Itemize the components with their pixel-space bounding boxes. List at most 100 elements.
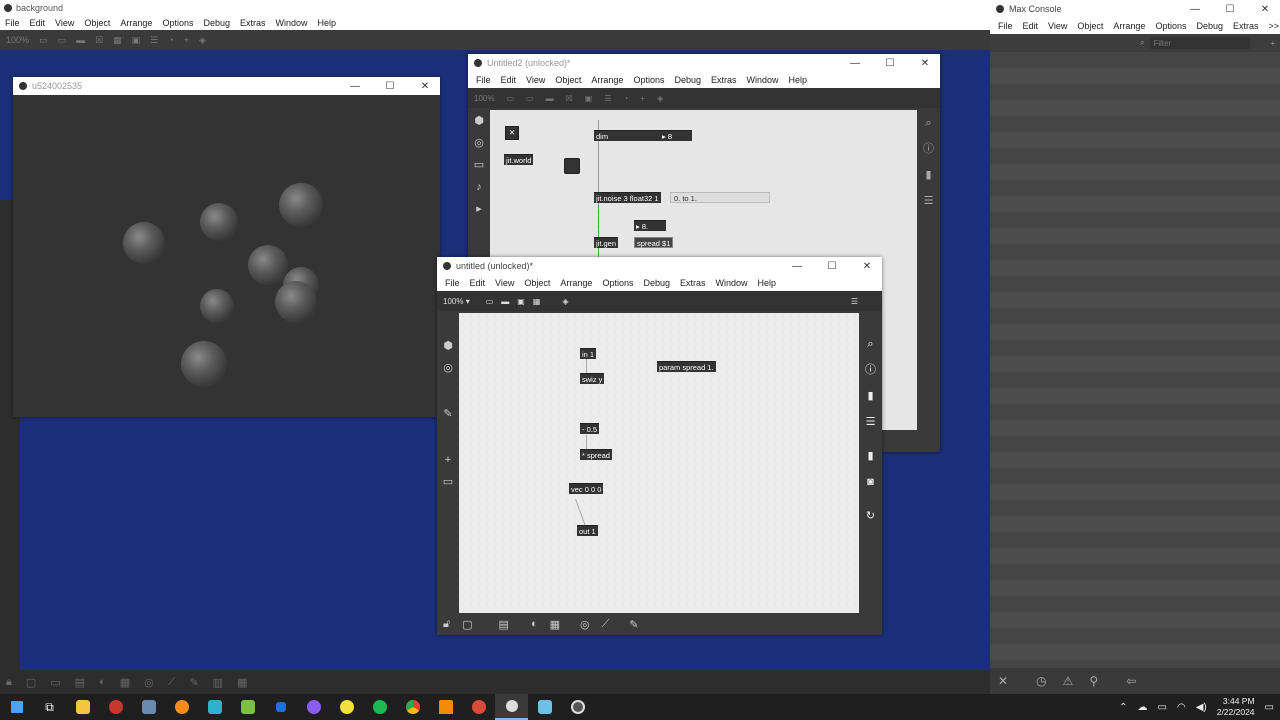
wrench-icon[interactable]: ✎: [189, 676, 198, 689]
close-button[interactable]: ✕: [910, 58, 940, 69]
list-icon[interactable]: ☰: [604, 94, 611, 103]
comment-icon[interactable]: ▬: [546, 94, 554, 103]
minimize-button[interactable]: —: [840, 58, 870, 69]
menu-extras[interactable]: Extras: [240, 18, 266, 28]
paint-icon[interactable]: ◈: [562, 297, 568, 306]
list-icon[interactable]: ☰: [917, 188, 940, 214]
target-icon[interactable]: ◎: [144, 676, 154, 689]
add-icon[interactable]: +: [184, 35, 189, 45]
menu-edit[interactable]: Edit: [30, 18, 46, 28]
jit-world-object[interactable]: jit.world: [504, 154, 534, 165]
param-spread-object[interactable]: param spread 1.: [657, 361, 716, 372]
zoom-level[interactable]: 100% ▾: [443, 297, 470, 306]
menu-edit[interactable]: Edit: [1023, 21, 1039, 31]
menu-object[interactable]: Object: [1077, 21, 1103, 31]
menu-options[interactable]: Options: [602, 278, 633, 288]
dim-object[interactable]: dim: [594, 130, 660, 141]
maximize-button[interactable]: ☐: [817, 261, 847, 272]
menu-file[interactable]: File: [476, 75, 491, 85]
menu-edit[interactable]: Edit: [501, 75, 517, 85]
wand-icon[interactable]: ⟋: [602, 618, 610, 631]
menu-options[interactable]: Options: [162, 18, 193, 28]
out-1-object[interactable]: out 1: [577, 525, 598, 536]
menu-file[interactable]: File: [5, 18, 20, 28]
piano-icon[interactable]: ▥: [213, 676, 223, 689]
book-icon[interactable]: ▮: [917, 162, 940, 188]
volume-icon[interactable]: ◀): [1196, 702, 1207, 713]
menu-view[interactable]: View: [526, 75, 545, 85]
menu-arrange[interactable]: Arrange: [591, 75, 623, 85]
back-icon[interactable]: ⇦: [1126, 674, 1136, 688]
add-icon[interactable]: +: [437, 449, 459, 471]
task-view-icon[interactable]: ⧉: [33, 694, 66, 720]
menu-debug[interactable]: Debug: [643, 278, 670, 288]
window-icon[interactable]: ▭: [526, 94, 534, 103]
filter-icon[interactable]: ⚲: [1089, 674, 1098, 688]
menu-edit[interactable]: Edit: [470, 278, 486, 288]
search-icon[interactable]: ⌕: [859, 331, 882, 357]
music-icon[interactable]: ♪: [468, 176, 490, 198]
presentation-icon[interactable]: ▭: [39, 35, 48, 46]
menu-view[interactable]: View: [1048, 21, 1067, 31]
menu-object[interactable]: Object: [84, 18, 110, 28]
menu-debug[interactable]: Debug: [674, 75, 701, 85]
camera-icon[interactable]: ◙: [859, 469, 882, 495]
frame-icon[interactable]: ▣: [585, 94, 593, 103]
lightbulb-icon[interactable]: [330, 694, 363, 720]
chrome-icon[interactable]: [396, 694, 429, 720]
wifi-icon[interactable]: ◠: [1177, 702, 1186, 713]
clock[interactable]: 3:44 PM 2/22/2024: [1217, 696, 1255, 718]
menu-more[interactable]: >>: [1269, 21, 1280, 31]
menu-options[interactable]: Options: [1155, 21, 1186, 31]
render-window[interactable]: u524002535 — ☐ ✕: [13, 77, 440, 417]
menu-file[interactable]: File: [998, 21, 1013, 31]
dial-icon[interactable]: ◔: [624, 94, 629, 103]
wrench-icon[interactable]: ✎: [629, 618, 638, 631]
max-app-icon[interactable]: [495, 694, 528, 720]
presentation-icon[interactable]: ▭: [486, 297, 494, 306]
new-object-icon[interactable]: ▢: [26, 676, 36, 689]
network-icon[interactable]: ▭: [1158, 702, 1167, 713]
list-icon[interactable]: ☰: [150, 35, 158, 46]
close-button[interactable]: ✕: [1250, 4, 1280, 15]
layers-icon[interactable]: ▤: [499, 618, 509, 631]
menu-extras[interactable]: Extras: [711, 75, 737, 85]
spread-message[interactable]: spread $1: [634, 237, 674, 248]
mute-icon[interactable]: ◐: [531, 618, 538, 630]
menu-debug[interactable]: Debug: [1196, 21, 1223, 31]
vlc-icon[interactable]: [429, 694, 462, 720]
package-icon[interactable]: ⬢: [468, 110, 490, 132]
untitled-window[interactable]: untitled (unlocked)* — ☐ ✕ File Edit Vie…: [437, 257, 882, 635]
package-icon[interactable]: ⬢: [437, 335, 459, 357]
windows-start-icon[interactable]: [0, 694, 33, 720]
in-1-object[interactable]: in 1: [580, 348, 597, 359]
menu-window[interactable]: Window: [276, 18, 308, 28]
menu-object[interactable]: Object: [524, 278, 550, 288]
console-log[interactable]: [990, 52, 1280, 668]
add-icon[interactable]: +: [640, 94, 645, 103]
search-icon[interactable]: ⌕: [917, 110, 940, 136]
comment-icon[interactable]: ▬: [76, 35, 85, 45]
grid-icon[interactable]: ▦: [237, 676, 247, 689]
warning-icon[interactable]: ⚠: [1063, 674, 1074, 688]
obs-icon[interactable]: [561, 694, 594, 720]
jit-noise-object[interactable]: jit.noise 3 float32 1: [594, 192, 661, 203]
wand-icon[interactable]: ⟋: [168, 676, 176, 689]
onedrive-icon[interactable]: ☁: [1138, 702, 1148, 713]
target-icon[interactable]: ◎: [580, 618, 590, 631]
mute-icon[interactable]: ◐: [99, 676, 106, 688]
paperclip-icon[interactable]: ✎: [437, 403, 459, 425]
zoom-level[interactable]: 100%: [474, 94, 494, 103]
grid-icon[interactable]: ▦: [113, 35, 122, 46]
list-icon[interactable]: ☰: [859, 409, 882, 435]
dial-icon[interactable]: ◔: [168, 35, 173, 45]
menu-options[interactable]: Options: [633, 75, 664, 85]
jit-gen-object[interactable]: jit.gen: [594, 237, 619, 248]
media-player-icon[interactable]: [99, 694, 132, 720]
dim-number-box[interactable]: ▸ 8: [660, 130, 692, 141]
menu-file[interactable]: File: [445, 278, 460, 288]
maximize-button[interactable]: ☐: [1215, 4, 1245, 15]
float-number-box[interactable]: ▸ 8.: [634, 220, 666, 231]
times-spread-object[interactable]: * spread: [580, 449, 612, 460]
bang-button[interactable]: [564, 158, 580, 174]
